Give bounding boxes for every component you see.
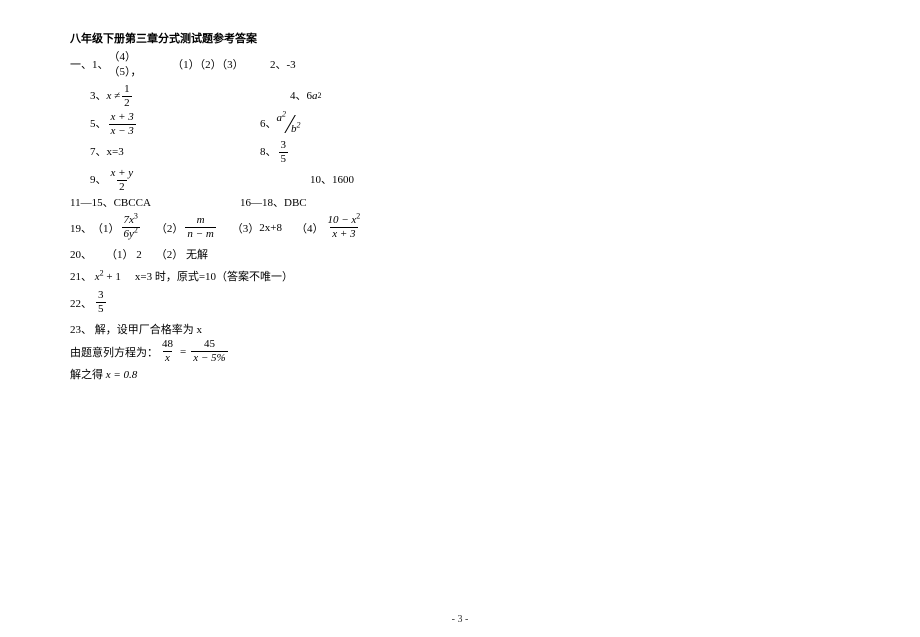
q3-label: 3、 — [90, 89, 107, 104]
q2-label: 2、 — [270, 58, 287, 73]
q8-label: 8、 — [260, 145, 277, 160]
row-q11-18: 11—15、 CBCCA 16—18、 DBC — [70, 196, 850, 211]
q9-label: 9、 — [90, 173, 107, 188]
q6-diagonal-fraction: a2 b2 — [277, 113, 301, 135]
q19-p2-fraction: m n − m — [185, 215, 215, 240]
row-q23-step2: 由题意列方程为： 48 x = 45 x − 5% — [70, 339, 850, 364]
q11-15-label: 11—15、 — [70, 196, 114, 211]
q5-num: x + 3 — [109, 112, 136, 124]
q7-ans: x=3 — [107, 145, 124, 160]
q3-den: 2 — [122, 96, 132, 109]
q19-p1-den: 6y — [124, 228, 134, 240]
q5-den: x − 3 — [109, 124, 136, 137]
q1-ans-b: （1）（2）（3） — [172, 58, 240, 73]
q10-ans: 1600 — [332, 173, 354, 188]
row-q21: 21、 x2 + 1 x=3 时，原式=10（答案不唯一） — [70, 268, 850, 284]
q23-eq: = — [180, 346, 186, 358]
q5-fraction: x + 3 x − 3 — [109, 112, 136, 137]
row-q5-q6: 5、 x + 3 x − 3 6、 a2 b2 — [70, 112, 850, 137]
section-label: 一、 — [70, 58, 92, 73]
q19-p1-num-exp: 3 — [134, 212, 138, 221]
q16-18-ans: DBC — [284, 196, 307, 211]
q21-expr-tail: + 1 — [104, 271, 121, 283]
q19-p1-num: 7x — [124, 214, 134, 226]
q19-p4-den: x + 3 — [330, 227, 357, 240]
row-q19: 19、 （1） 7x3 6y2 （2） m n − m （3） 2x+8 （4）… — [70, 215, 850, 240]
q7-label: 7、 — [90, 145, 107, 160]
q4-var: a — [312, 89, 318, 104]
row-q7-q8: 7、 x=3 8、 3 5 — [70, 140, 850, 165]
q23-label: 23、 — [70, 324, 92, 336]
q8-num: 3 — [279, 140, 289, 152]
row-q20: 20、 （1） 2 （2） 无解 — [70, 246, 850, 262]
q9-den: 2 — [117, 180, 127, 193]
q23-step1: 解，设甲厂合格率为 x — [95, 324, 202, 336]
q11-15-ans: CBCCA — [114, 196, 151, 211]
q19-p1-fraction: 7x3 6y2 — [122, 215, 140, 240]
q23-step3-prefix: 解之得 — [70, 369, 106, 381]
row-q9-q10: 9、 x + y 2 10、 1600 — [70, 168, 850, 193]
q1-ans-a: （4）（5）， — [109, 50, 161, 81]
q19-p2-den: n − m — [185, 227, 215, 240]
q23-lhs-fraction: 48 x — [160, 339, 175, 364]
row-q23-step3: 解之得 x = 0.8 — [70, 366, 850, 382]
q22-fraction: 3 5 — [96, 290, 106, 315]
q19-p2-label: （2） — [156, 220, 184, 236]
q22-label: 22、 — [70, 295, 92, 311]
document-title: 八年级下册第三章分式测试题参考答案 — [70, 30, 850, 46]
q23-lhs-num: 48 — [160, 339, 175, 351]
q9-num: x + y — [109, 168, 136, 180]
q20-p1: （1） 2 — [106, 246, 142, 262]
q20-label: 20、 — [70, 246, 92, 262]
q3-num: 1 — [122, 84, 132, 96]
q23-lhs-den: x — [163, 351, 172, 364]
q23-rhs-num: 45 — [202, 339, 217, 351]
page-number: - 3 - — [0, 614, 920, 625]
q3-prefix: x ≠ — [107, 89, 121, 104]
q16-18-label: 16—18、 — [240, 196, 284, 211]
row-q23-step1: 23、 解，设甲厂合格率为 x — [70, 321, 850, 337]
q23-step3-ans: x = 0.8 — [106, 369, 138, 381]
row-q1-q2: 一、 1、 （4）（5）， （1）（2）（3） 2、 -3 — [70, 50, 850, 81]
row-q22: 22、 3 5 — [70, 290, 850, 315]
q6-label: 6、 — [260, 117, 277, 132]
q2-ans: -3 — [287, 58, 296, 73]
q22-num: 3 — [96, 290, 106, 302]
q21-cond: x=3 时，原式=10（答案不唯一） — [135, 268, 293, 284]
q23-step2-prefix: 由题意列方程为： — [70, 344, 158, 360]
q4-label: 4、 — [290, 89, 307, 104]
q6-dd-exp: 2 — [297, 120, 301, 129]
q5-label: 5、 — [90, 117, 107, 132]
q3-fraction: 1 2 — [122, 84, 132, 109]
q9-fraction: x + y 2 — [109, 168, 136, 193]
q20-p2: （2） 无解 — [156, 246, 208, 262]
q1-label: 1、 — [92, 58, 109, 73]
q19-p4-label: （4） — [296, 220, 324, 236]
q19-p4-num-exp: 2 — [356, 212, 360, 221]
q19-p4-num: 10 − x — [327, 214, 356, 226]
q19-p2-num: m — [195, 215, 207, 227]
q22-den: 5 — [96, 302, 106, 315]
q19-p3-label: （3） — [232, 220, 260, 236]
q8-den: 5 — [279, 152, 289, 165]
q21-label: 21、 — [70, 271, 92, 283]
q8-fraction: 3 5 — [279, 140, 289, 165]
q19-p1-den-exp: 2 — [134, 226, 138, 235]
q19-p4-fraction: 10 − x2 x + 3 — [325, 215, 362, 240]
q19-p3-ans: 2x+8 — [259, 222, 282, 234]
q23-rhs-den: x − 5% — [191, 351, 227, 364]
q19-p1-label: （1） — [92, 220, 120, 236]
q19-label: 19、 — [70, 220, 92, 236]
q23-rhs-fraction: 45 x − 5% — [191, 339, 227, 364]
row-q3-q4: 3、 x ≠ 1 2 4、 6a2 — [70, 84, 850, 109]
q10-label: 10、 — [310, 173, 332, 188]
